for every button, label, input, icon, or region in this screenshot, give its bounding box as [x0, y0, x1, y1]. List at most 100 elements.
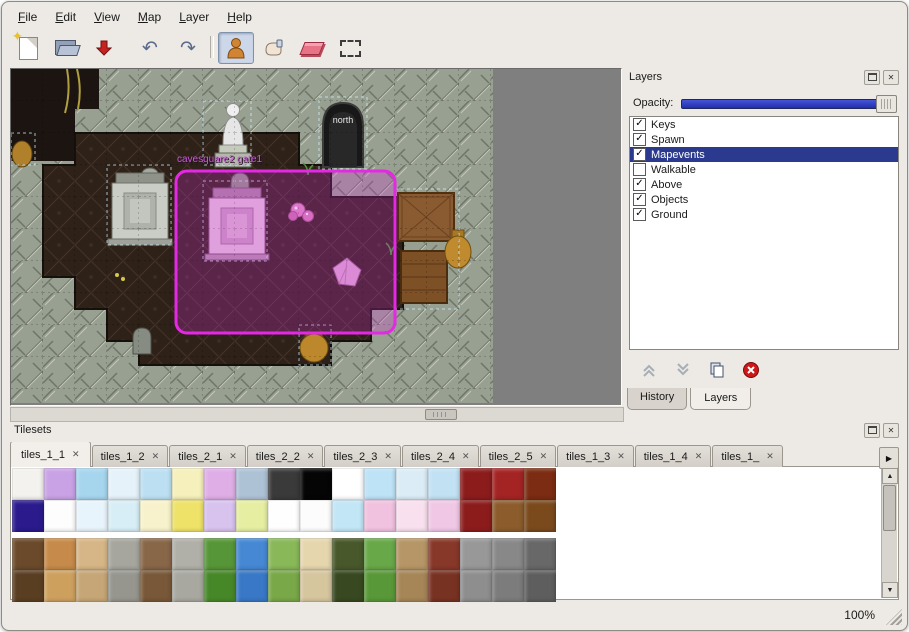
layer-duplicate-button[interactable] [705, 359, 729, 381]
tab-close-icon[interactable]: ✕ [384, 451, 392, 462]
tileset-tab-tiles_1_1[interactable]: tiles_1_1✕ [10, 442, 91, 467]
layer-row-mapevents[interactable]: ✓Mapevents [630, 147, 898, 162]
scroll-up-button[interactable]: ▲ [882, 468, 898, 484]
save-file-button[interactable] [86, 32, 122, 64]
tab-close-icon[interactable]: ✕ [229, 451, 237, 462]
tileset-tile[interactable] [108, 468, 140, 500]
tab-close-icon[interactable]: ✕ [152, 451, 160, 462]
tileset-tile[interactable] [76, 468, 108, 500]
tileset-tile[interactable] [140, 500, 172, 532]
tileset-tile[interactable] [364, 570, 396, 602]
tileset-tile[interactable] [172, 538, 204, 570]
opacity-slider[interactable] [681, 95, 897, 111]
tileset-tile[interactable] [108, 538, 140, 570]
tileset-tile[interactable] [332, 570, 364, 602]
tab-scroll-right-button[interactable]: ▶ [879, 447, 899, 469]
tab-close-icon[interactable]: ✕ [307, 451, 315, 462]
tileset-tile[interactable] [332, 538, 364, 570]
tab-close-icon[interactable]: ✕ [540, 451, 548, 462]
tileset-tile[interactable] [204, 500, 236, 532]
tileset-tab-tiles_1_2[interactable]: tiles_1_2✕ [92, 445, 169, 467]
layer-row-above[interactable]: ✓Above [630, 177, 898, 192]
map-canvas[interactable]: cavesquare2 gate1 cavesquare2 gate1 nort… [10, 68, 622, 406]
tileset-tile[interactable] [300, 538, 332, 570]
tileset-tile[interactable] [460, 468, 492, 500]
dock-close-button[interactable]: ✕ [883, 70, 899, 85]
tileset-tile[interactable] [76, 538, 108, 570]
map-hscrollbar[interactable] [10, 407, 624, 422]
menu-item-layer[interactable]: Layer [171, 8, 217, 26]
menu-item-edit[interactable]: Edit [47, 8, 84, 26]
open-file-button[interactable] [48, 32, 84, 64]
tileset-tile[interactable] [140, 570, 172, 602]
tileset-tab-tiles_2_1[interactable]: tiles_2_1✕ [169, 445, 246, 467]
tileset-tile[interactable] [268, 570, 300, 602]
tab-close-icon[interactable]: ✕ [695, 451, 703, 462]
tileset-tab-tiles_2_2[interactable]: tiles_2_2✕ [247, 445, 324, 467]
stamp-tool-button[interactable] [218, 32, 254, 64]
tileset-tile[interactable] [44, 468, 76, 500]
tab-close-icon[interactable]: ✕ [462, 451, 470, 462]
tileset-tile[interactable] [76, 500, 108, 532]
layer-visibility-checkbox[interactable]: ✓ [633, 208, 646, 221]
menu-item-file[interactable]: File [10, 8, 45, 26]
tab-close-icon[interactable]: ✕ [72, 449, 80, 460]
undo-button[interactable]: ↶ [132, 32, 168, 64]
tileset-tile[interactable] [236, 468, 268, 500]
tileset-tile[interactable] [460, 570, 492, 602]
layer-row-walkable[interactable]: Walkable [630, 162, 898, 177]
tileset-tile[interactable] [44, 570, 76, 602]
tileset-tile[interactable] [44, 538, 76, 570]
layer-visibility-checkbox[interactable]: ✓ [633, 133, 646, 146]
tileset-tab-tiles_2_5[interactable]: tiles_2_5✕ [480, 445, 557, 467]
tileset-tile[interactable] [524, 570, 556, 602]
tileset-tile[interactable] [492, 500, 524, 532]
tileset-tile[interactable] [396, 468, 428, 500]
tileset-tile[interactable] [108, 500, 140, 532]
new-file-button[interactable]: ✦ [10, 32, 46, 64]
tab-close-icon[interactable]: ✕ [766, 451, 774, 462]
layer-lower-button[interactable] [671, 359, 695, 381]
menu-item-help[interactable]: Help [219, 8, 260, 26]
opacity-slider-handle[interactable] [876, 95, 897, 113]
tileset-tile[interactable] [204, 570, 236, 602]
layer-delete-button[interactable] [739, 359, 763, 381]
tileset-tile[interactable] [12, 570, 44, 602]
tileset-tile[interactable] [428, 500, 460, 532]
tileset-tile[interactable] [396, 570, 428, 602]
tileset-tile[interactable] [332, 500, 364, 532]
layer-row-keys[interactable]: ✓Keys [630, 117, 898, 132]
dock-float-button[interactable] [864, 423, 880, 438]
layer-row-ground[interactable]: ✓Ground [630, 207, 898, 222]
tileset-tab-tiles_2_3[interactable]: tiles_2_3✕ [324, 445, 401, 467]
tileset-tab-tiles_1_3[interactable]: tiles_1_3✕ [557, 445, 634, 467]
eraser-tool-button[interactable] [294, 32, 330, 64]
tileset-tab-tiles_2_4[interactable]: tiles_2_4✕ [402, 445, 479, 467]
tileset-tile[interactable] [204, 468, 236, 500]
layer-row-objects[interactable]: ✓Objects [630, 192, 898, 207]
vscrollbar-handle[interactable] [883, 485, 896, 531]
tileset-tile[interactable] [12, 500, 44, 532]
tileset-tile[interactable] [140, 538, 172, 570]
layer-visibility-checkbox[interactable]: ✓ [633, 118, 646, 131]
tileset-tile[interactable] [428, 570, 460, 602]
tileset-tile[interactable] [524, 538, 556, 570]
tileset-tile[interactable] [396, 538, 428, 570]
tileset-tile[interactable] [44, 500, 76, 532]
tileset-tile[interactable] [300, 468, 332, 500]
dock-float-button[interactable] [864, 70, 880, 85]
tileset-tile[interactable] [332, 468, 364, 500]
tileset-tile[interactable] [364, 538, 396, 570]
layer-raise-button[interactable] [637, 359, 661, 381]
tileset-tile[interactable] [236, 538, 268, 570]
tileset-tile[interactable] [268, 500, 300, 532]
tileset-tile[interactable] [76, 570, 108, 602]
tileset-tile[interactable] [12, 538, 44, 570]
scroll-down-button[interactable]: ▼ [882, 582, 898, 598]
tileset-tile[interactable] [204, 538, 236, 570]
tileset-tile[interactable] [396, 500, 428, 532]
layer-visibility-checkbox[interactable]: ✓ [633, 148, 646, 161]
tileset-tile[interactable] [172, 468, 204, 500]
tileset-tile[interactable] [492, 538, 524, 570]
tileset-vscrollbar[interactable]: ▲ ▼ [881, 468, 897, 598]
